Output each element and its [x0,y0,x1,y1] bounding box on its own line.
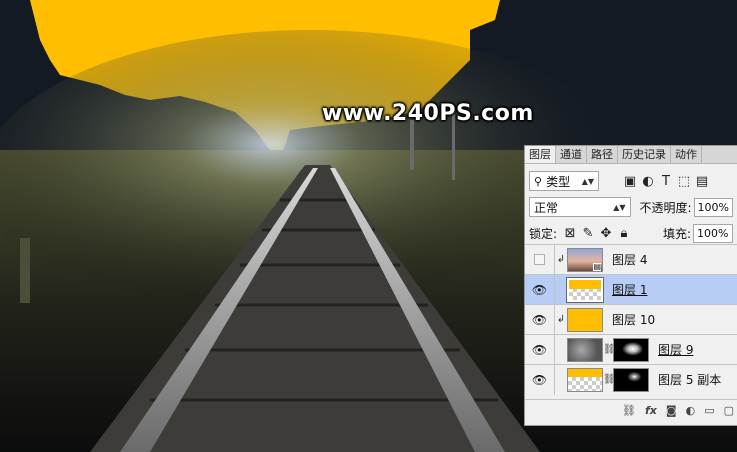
lock-label: 锁定: [529,226,558,241]
new-layer-icon[interactable]: ▢ [724,404,734,417]
layer-name: 图层 10 [612,313,656,327]
layer-name: 图层 9 [658,343,694,357]
layer-name: 图层 4 [612,253,648,267]
layer-list: ↲ ▤ 图层 4 👁︎ 图层 1 👁︎ ↲ 图层 10 👁︎ ⛓ 图层 9 👁︎… [525,244,737,395]
layer-thumbnail [567,307,603,332]
layer-mask-thumbnail[interactable] [613,367,649,392]
group-folder-icon[interactable]: ▭ [704,404,714,417]
visibility-toggle[interactable] [525,244,555,275]
panel-bottom-bar: ⛓ fx ◙ ◐ ▭ ▢ [525,399,737,421]
filter-kind-label: 类型 [546,174,571,189]
layer-thumbnail [567,367,603,392]
adjustment-icon[interactable]: ◐ [686,404,696,417]
visibility-toggle[interactable]: 👁︎ [525,274,555,305]
visibility-toggle[interactable]: 👁︎ [525,364,555,395]
lock-image-brush-icon[interactable]: ✎ [579,226,597,241]
tab-actions[interactable]: 动作 [671,146,702,163]
mask-icon[interactable]: ◙ [666,404,677,417]
filter-row: ⚲ 类型 ▲▼ ▣ ◐ T ⬚ ▤ [525,168,737,194]
eye-icon: 👁︎ [531,342,548,357]
layer-thumbnail [567,337,603,362]
layer-name: 图层 1 [612,283,648,297]
panel-tabs: 图层 通道 路径 历史记录 动作 [525,146,737,164]
blend-row: 正常 ▲▼ 不透明度: 100% [525,194,737,220]
yellow-fill-swatch [568,368,602,378]
layer-thumbnail: ▤ [567,247,603,272]
lock-row: 锁定: ⊠ ✎ ✥ 🔒︎ 填充: 100% [525,220,737,246]
lock-all-icon[interactable]: 🔒︎ [615,226,633,241]
eye-icon: 👁︎ [531,282,548,297]
filter-kind-select[interactable]: ⚲ 类型 ▲▼ [529,171,599,191]
tab-layers[interactable]: 图层 [525,146,556,163]
chevron-updown-icon: ▲▼ [613,202,626,212]
opacity-input[interactable]: 100% [693,197,733,217]
layer-name: 图层 5 副本 [658,373,722,387]
mask-link-icon[interactable]: ⛓ [603,374,616,385]
layer-row-selected[interactable]: 👁︎ 图层 1 [525,274,737,305]
lock-transparent-icon[interactable]: ⊠ [561,226,579,241]
clipping-arrow-icon: ↲ [556,254,566,265]
tab-history[interactable]: 历史记录 [618,146,671,163]
search-icon: ⚲ [534,174,543,188]
image-filter-icon[interactable]: ▣ [621,174,639,189]
smart-object-filter-icon[interactable]: ▤ [693,174,711,189]
layer-row[interactable]: 👁︎ ⛓ 图层 9 [525,334,737,365]
opacity-label: 不透明度: [639,200,692,215]
blend-mode-value: 正常 [534,200,559,215]
lock-position-move-icon[interactable]: ✥ [597,226,615,241]
eye-icon: 👁︎ [531,312,548,327]
adjustment-filter-icon[interactable]: ◐ [639,174,657,189]
layer-row[interactable]: 👁︎ ⛓ 图层 5 副本 [525,364,737,395]
tab-paths[interactable]: 路径 [587,146,618,163]
tab-channels[interactable]: 通道 [556,146,587,163]
blend-mode-select[interactable]: 正常 ▲▼ [529,197,631,217]
layer-row[interactable]: ↲ ▤ 图层 4 [525,244,737,275]
shape-filter-icon[interactable]: ⬚ [675,174,693,189]
chevron-updown-icon: ▲▼ [581,176,594,186]
visibility-toggle[interactable]: 👁︎ [525,334,555,365]
layer-row[interactable]: 👁︎ ↲ 图层 10 [525,304,737,335]
layer-mask-thumbnail[interactable] [613,337,649,362]
smart-object-badge-icon: ▤ [593,261,601,271]
layers-panel: 图层 通道 路径 历史记录 动作 ⚲ 类型 ▲▼ ▣ ◐ T ⬚ ▤ 正常 ▲▼… [524,145,737,426]
fill-label: 填充: [662,226,692,241]
fx-icon[interactable]: fx [645,404,657,417]
layer-thumbnail [566,276,604,303]
link-icon[interactable]: ⛓ [622,404,636,417]
fill-input[interactable]: 100% [693,223,733,243]
watermark-text: www.240PS.com [322,101,534,126]
yellow-fill-swatch [569,279,601,289]
visibility-off-icon [534,254,545,265]
mask-link-icon[interactable]: ⛓ [603,344,616,355]
eye-icon: 👁︎ [531,372,548,387]
type-filter-icon[interactable]: T [657,174,675,189]
clipping-arrow-icon: ↲ [556,314,566,325]
visibility-toggle[interactable]: 👁︎ [525,304,555,335]
